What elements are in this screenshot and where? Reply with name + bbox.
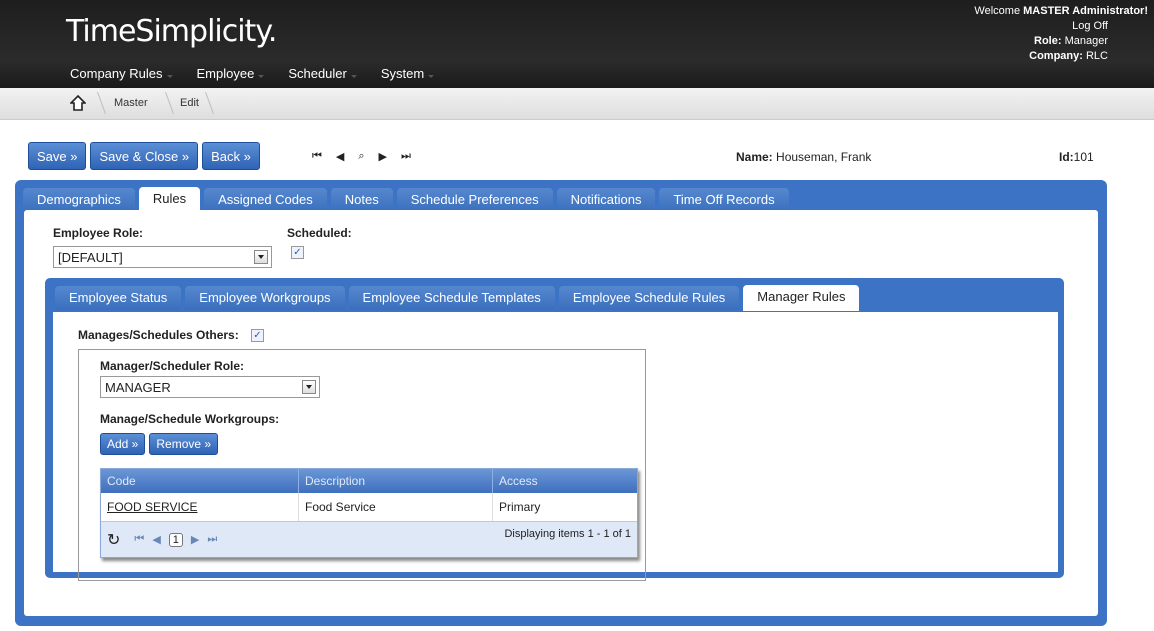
record-name: Name: Houseman, Frank <box>736 150 872 164</box>
row-access: Primary <box>499 500 541 514</box>
chevron-down-icon <box>350 75 357 78</box>
nav-scheduler[interactable]: Scheduler <box>276 66 369 81</box>
record-id: Id:101 <box>1059 150 1094 164</box>
app-logo[interactable]: TimeSimplicity. <box>66 14 277 49</box>
app-header: TimeSimplicity. Company Rules Employee S… <box>0 0 1154 88</box>
save-close-button[interactable]: Save & Close » <box>90 142 199 170</box>
tab-employee-status[interactable]: Employee Status <box>55 286 182 310</box>
logoff-link[interactable]: Log Off <box>974 19 1148 34</box>
manager-role-select[interactable]: MANAGER <box>100 376 320 398</box>
chevron-down-icon <box>258 75 265 78</box>
user-name: MASTER Administrator! <box>1023 5 1148 17</box>
first-record-icon[interactable]: ⏮ <box>312 150 322 163</box>
grid-header: Code Description Access <box>101 469 637 493</box>
chevron-down-icon <box>166 75 173 78</box>
tab-employee-workgroups[interactable]: Employee Workgroups <box>185 286 345 310</box>
back-button[interactable]: Back » <box>202 142 260 170</box>
nav-employee[interactable]: Employee <box>185 66 277 81</box>
action-toolbar: Save » Save & Close » Back » <box>28 142 260 170</box>
home-icon[interactable] <box>70 88 86 118</box>
table-row[interactable]: FOOD SERVICE Food Service Primary <box>101 493 637 521</box>
employee-role-label: Employee Role: <box>53 226 144 240</box>
column-code[interactable]: Code <box>101 469 299 493</box>
nav-system[interactable]: System <box>369 66 446 81</box>
employee-role-select[interactable]: [DEFAULT] <box>53 246 272 268</box>
refresh-icon[interactable]: ↻ <box>107 530 120 550</box>
tab-employee-schedule-templates[interactable]: Employee Schedule Templates <box>348 286 555 310</box>
workgroup-actions: Add » Remove » <box>100 433 219 455</box>
tab-time-off-records[interactable]: Time Off Records <box>659 188 789 212</box>
user-role: Manager <box>1064 35 1108 47</box>
tab-notifications[interactable]: Notifications <box>556 188 656 212</box>
tab-demographics[interactable]: Demographics <box>23 188 135 212</box>
breadcrumb: Master Edit <box>0 88 1154 120</box>
nav-company-rules[interactable]: Company Rules <box>58 66 185 81</box>
tab-employee-schedule-rules[interactable]: Employee Schedule Rules <box>558 286 740 310</box>
workgroups-label: Manage/Schedule Workgroups: <box>100 412 280 426</box>
page-number[interactable]: 1 <box>168 532 183 547</box>
column-description[interactable]: Description <box>299 469 493 493</box>
manages-checkbox[interactable]: ✓ <box>251 329 264 342</box>
prev-page-icon[interactable]: ◀ <box>152 533 160 546</box>
pager-status: Displaying items 1 - 1 of 1 <box>504 528 631 540</box>
manages-label: Manages/Schedules Others: <box>78 328 239 342</box>
tab-manager-rules[interactable]: Manager Rules <box>743 285 860 311</box>
next-record-icon[interactable]: ▶ <box>379 150 387 163</box>
last-record-icon[interactable]: ⏭ <box>401 150 411 163</box>
row-code-link[interactable]: FOOD SERVICE <box>101 493 299 521</box>
last-page-icon[interactable]: ⏭ <box>207 533 217 546</box>
first-page-icon[interactable]: ⏮ <box>134 533 144 546</box>
tab-assigned-codes[interactable]: Assigned Codes <box>204 188 327 212</box>
next-page-icon[interactable]: ▶ <box>191 533 199 546</box>
search-record-icon[interactable]: ⌕ <box>358 150 364 163</box>
scheduled-label: Scheduled: <box>287 226 352 240</box>
sub-tabs: Employee Status Employee Workgroups Empl… <box>55 285 860 311</box>
user-info: Welcome MASTER Administrator! Log Off Ro… <box>974 5 1148 62</box>
manager-role-label: Manager/Scheduler Role: <box>100 359 245 373</box>
chevron-down-icon <box>428 75 435 78</box>
user-company: RLC <box>1085 50 1108 62</box>
row-description: Food Service <box>299 493 493 521</box>
add-workgroup-button[interactable]: Add » <box>100 433 146 455</box>
workgroups-grid: Code Description Access FOOD SERVICE Foo… <box>100 468 638 558</box>
scheduled-checkbox[interactable]: ✓ <box>291 246 304 259</box>
dropdown-icon[interactable] <box>254 250 268 264</box>
tab-notes[interactable]: Notes <box>330 188 393 212</box>
grid-pager: ↻ ⏮ ◀ 1 ▶ ⏭ Displaying items 1 - 1 of 1 <box>101 521 637 557</box>
breadcrumb-master[interactable]: Master <box>114 88 148 118</box>
tab-schedule-preferences[interactable]: Schedule Preferences <box>396 188 553 212</box>
top-nav: Company Rules Employee Scheduler System <box>58 66 446 81</box>
save-button[interactable]: Save » <box>28 142 87 170</box>
record-pager: ⏮ ◀ ⌕ ▶ ⏭ <box>312 150 411 163</box>
remove-workgroup-button[interactable]: Remove » <box>149 433 219 455</box>
column-access[interactable]: Access <box>493 469 637 493</box>
prev-record-icon[interactable]: ◀ <box>336 150 344 163</box>
dropdown-icon[interactable] <box>302 380 316 394</box>
